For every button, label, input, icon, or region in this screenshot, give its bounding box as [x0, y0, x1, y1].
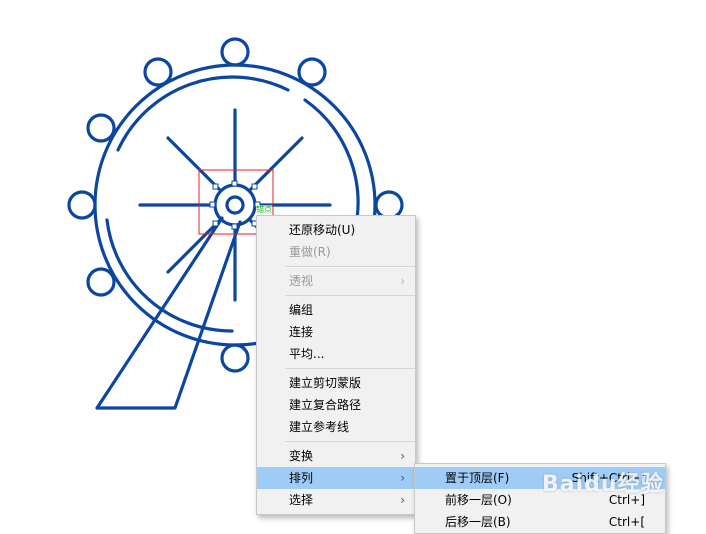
shortcut-label: Ctrl+[	[608, 515, 645, 529]
menu-item-bring-forward[interactable]: 前移一层(O) Ctrl+]	[415, 489, 665, 511]
menu-item-label: 透视	[289, 274, 314, 288]
menu-item-label: 后移一层(B)	[445, 515, 511, 529]
shortcut-label: Shift+Ctrl+]	[571, 471, 645, 485]
menu-divider	[285, 441, 415, 442]
menu-item-transform[interactable]: 变换 ›	[257, 445, 415, 467]
anchor-hint-label: 锚点	[256, 205, 272, 214]
menu-item-label: 排列	[289, 471, 314, 485]
chevron-right-icon: ›	[400, 471, 405, 485]
menu-item-average[interactable]: 平均...	[257, 343, 415, 365]
menu-item-label: 前移一层(O)	[445, 493, 512, 507]
arrange-submenu: 置于顶层(F) Shift+Ctrl+] 前移一层(O) Ctrl+] 后移一层…	[414, 463, 666, 534]
menu-item-select[interactable]: 选择 ›	[257, 489, 415, 511]
chevron-right-icon: ›	[400, 449, 405, 463]
menu-item-label: 建立复合路径	[289, 398, 362, 412]
menu-item-group[interactable]: 编组	[257, 299, 415, 321]
menu-item-send-backward[interactable]: 后移一层(B) Ctrl+[	[415, 511, 665, 533]
menu-item-bring-to-front[interactable]: 置于顶层(F) Shift+Ctrl+]	[415, 467, 665, 489]
chevron-right-icon: ›	[400, 493, 405, 507]
menu-item-label: 建立参考线	[289, 420, 350, 434]
menu-item-label: 连接	[289, 325, 314, 339]
menu-item-label: 重做(R)	[289, 245, 331, 259]
context-menu: 还原移动(U) 重做(R) 透视 › 编组 连接 平均... 建立剪切蒙版 建立…	[256, 215, 416, 515]
menu-item-make-compound-path[interactable]: 建立复合路径	[257, 394, 415, 416]
menu-item-make-clipping-mask[interactable]: 建立剪切蒙版	[257, 372, 415, 394]
menu-divider	[285, 368, 415, 369]
menu-divider	[285, 295, 415, 296]
shortcut-label: Ctrl+]	[608, 493, 645, 507]
menu-divider	[285, 266, 415, 267]
menu-item-redo[interactable]: 重做(R)	[257, 241, 415, 263]
menu-item-arrange[interactable]: 排列 ›	[257, 467, 415, 489]
chevron-right-icon: ›	[400, 274, 405, 288]
menu-item-join[interactable]: 连接	[257, 321, 415, 343]
wheel-inner-rim[interactable]	[303, 98, 360, 232]
menu-item-label: 建立剪切蒙版	[289, 376, 362, 390]
menu-item-label: 编组	[289, 303, 314, 317]
menu-item-label: 选择	[289, 493, 314, 507]
menu-item-perspective[interactable]: 透视 ›	[257, 270, 415, 292]
menu-item-label: 还原移动(U)	[289, 223, 356, 237]
menu-item-label: 平均...	[289, 347, 325, 361]
menu-item-undo-move[interactable]: 还原移动(U)	[257, 219, 415, 241]
menu-item-label: 置于顶层(F)	[445, 471, 510, 485]
menu-item-make-guides[interactable]: 建立参考线	[257, 416, 415, 438]
menu-item-label: 变换	[289, 449, 314, 463]
